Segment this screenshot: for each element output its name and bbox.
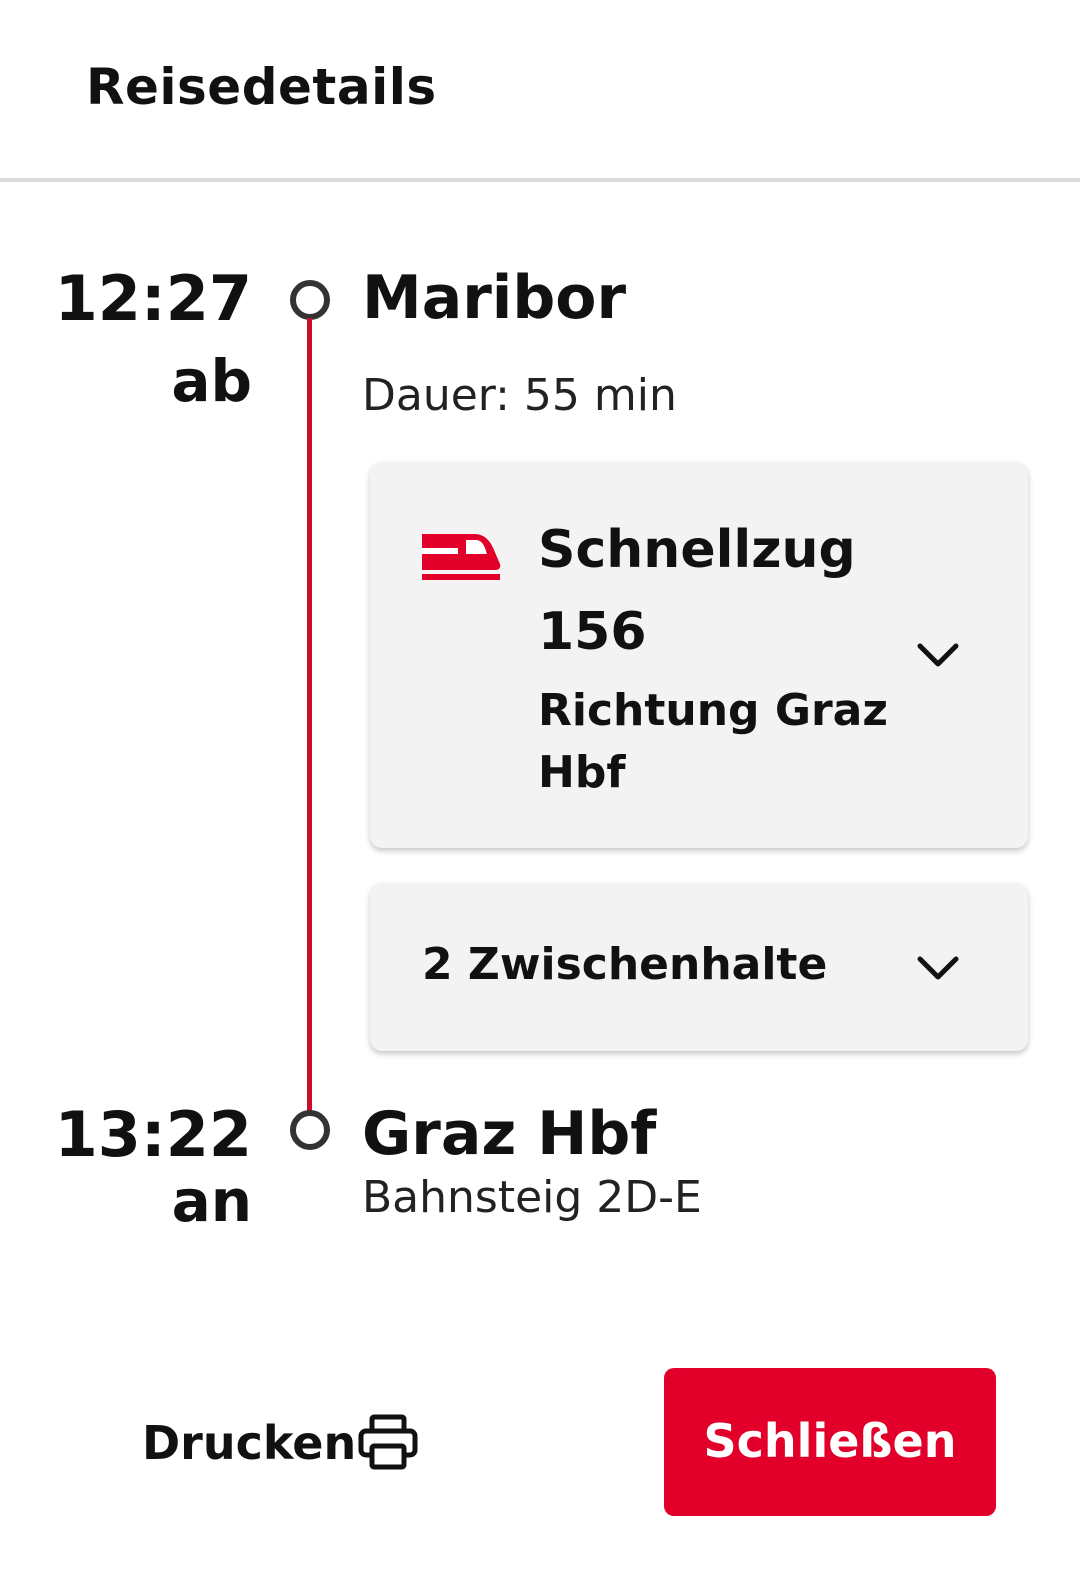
arrival-label: an (171, 1167, 252, 1235)
sheet-header: Reisedetails (0, 0, 1080, 182)
arrival-station: Graz Hbf (362, 1099, 657, 1169)
arrival-time: 13:22 (54, 1098, 252, 1171)
intermediate-stops-card[interactable]: 2 Zwischenhalte (370, 883, 1028, 1051)
train-icon (422, 534, 501, 580)
departure-node (290, 280, 330, 320)
trip-details-sheet: Reisedetails 12:27 ab Maribor Dauer: 55 … (0, 0, 1080, 1569)
chevron-down-icon[interactable] (916, 640, 960, 670)
trip-duration: Dauer: 55 min (362, 370, 677, 421)
intermediate-stops-label: 2 Zwischenhalte (422, 939, 828, 990)
timeline-line (307, 318, 312, 1113)
print-label: Drucken (142, 1416, 357, 1470)
arrival-platform: Bahnsteig 2D-E (362, 1172, 702, 1223)
train-number: 156 (538, 602, 647, 662)
chevron-down-icon[interactable] (916, 953, 960, 983)
train-direction: Richtung Graz Hbf (538, 685, 888, 798)
train-card[interactable]: Schnellzug 156 Richtung Graz Hbf (370, 462, 1028, 848)
print-button[interactable]: Drucken (120, 1390, 440, 1500)
train-type: Schnellzug (538, 520, 856, 580)
close-button-label: Schließen (703, 1414, 957, 1468)
page-title: Reisedetails (86, 58, 437, 116)
departure-time: 12:27 (54, 262, 252, 335)
arrival-node (290, 1110, 330, 1150)
departure-station: Maribor (362, 263, 627, 333)
departure-label: ab (171, 347, 252, 415)
close-button[interactable]: Schließen (664, 1368, 996, 1516)
printer-icon (358, 1414, 418, 1470)
